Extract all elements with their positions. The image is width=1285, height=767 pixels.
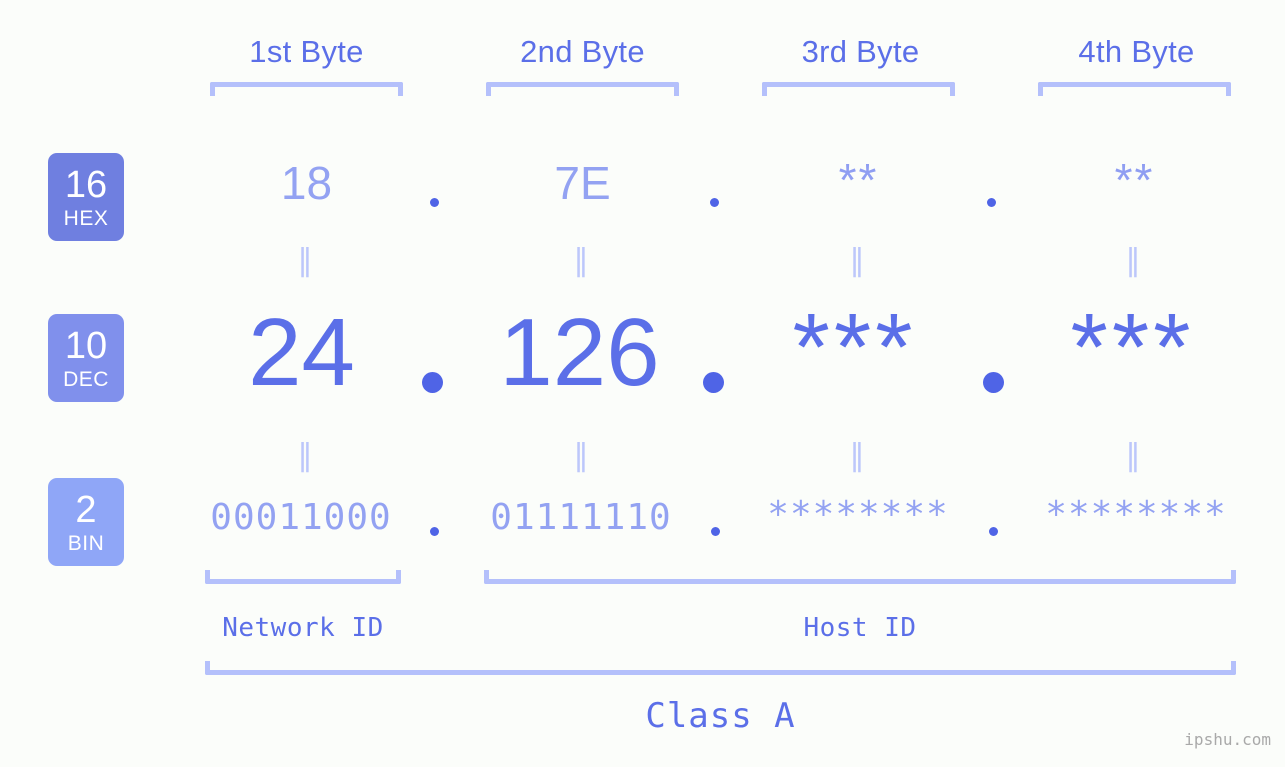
dec-byte-1: 24 <box>248 299 355 406</box>
base-badge-hex: 16 HEX <box>48 153 124 241</box>
host-id-label: Host ID <box>803 613 917 643</box>
base-badge-hex-name: HEX <box>63 206 109 230</box>
hex-byte-1: 18 <box>280 157 333 209</box>
equivalence-mark-hexdec-3: ‖ <box>849 243 868 278</box>
hex-separator-dot-1 <box>430 198 439 207</box>
ip-address-breakdown-diagram: 1st Byte 2nd Byte 3rd Byte 4th Byte 16 H… <box>0 0 1285 767</box>
equivalence-mark-hexdec-2: ‖ <box>573 243 592 278</box>
dec-separator-dot-3 <box>983 372 1004 393</box>
byte-header-1: 1st Byte <box>249 34 364 69</box>
bin-byte-4: ******** <box>1045 494 1227 535</box>
class-bracket <box>205 661 1236 675</box>
hex-byte-4: ** <box>1114 154 1155 206</box>
base-badge-dec: 10 DEC <box>48 314 124 402</box>
network-id-label: Network ID <box>222 613 384 643</box>
hex-byte-2: 7E <box>554 157 611 209</box>
bin-separator-dot-1 <box>430 527 439 536</box>
dec-byte-4: *** <box>1070 294 1195 401</box>
equivalence-mark-decbin-4: ‖ <box>1125 438 1144 473</box>
bin-byte-3: ******** <box>767 494 949 535</box>
base-badge-bin-number: 2 <box>75 488 97 531</box>
base-badge-bin: 2 BIN <box>48 478 124 566</box>
equivalence-mark-decbin-1: ‖ <box>297 438 316 473</box>
hex-byte-3: ** <box>838 154 879 206</box>
dec-byte-3: *** <box>792 294 917 401</box>
dec-separator-dot-1 <box>422 372 443 393</box>
equivalence-mark-hexdec-1: ‖ <box>297 243 316 278</box>
base-badge-dec-number: 10 <box>64 324 108 367</box>
byte-header-4: 4th Byte <box>1078 34 1195 69</box>
host-id-bracket <box>484 570 1236 584</box>
bin-byte-2: 01111110 <box>490 497 672 538</box>
byte-bracket-top-3 <box>762 82 955 96</box>
hex-separator-dot-3 <box>987 198 996 207</box>
hex-separator-dot-2 <box>710 198 719 207</box>
bin-byte-1: 00011000 <box>210 497 392 538</box>
base-badge-dec-name: DEC <box>63 367 109 391</box>
byte-bracket-top-4 <box>1038 82 1231 96</box>
byte-bracket-top-1 <box>210 82 403 96</box>
base-badge-bin-name: BIN <box>67 531 105 555</box>
base-badge-hex-number: 16 <box>64 163 108 206</box>
equivalence-mark-hexdec-4: ‖ <box>1125 243 1144 278</box>
network-id-bracket <box>205 570 401 584</box>
byte-header-2: 2nd Byte <box>520 34 645 69</box>
site-watermark: ipshu.com <box>1184 730 1271 749</box>
bin-separator-dot-2 <box>711 527 720 536</box>
equivalence-mark-decbin-2: ‖ <box>573 438 592 473</box>
dec-separator-dot-2 <box>703 372 724 393</box>
bin-separator-dot-3 <box>989 527 998 536</box>
byte-bracket-top-2 <box>486 82 679 96</box>
byte-header-3: 3rd Byte <box>801 34 920 69</box>
dec-byte-2: 126 <box>499 299 660 406</box>
equivalence-mark-decbin-3: ‖ <box>849 438 868 473</box>
class-label: Class A <box>645 696 796 736</box>
